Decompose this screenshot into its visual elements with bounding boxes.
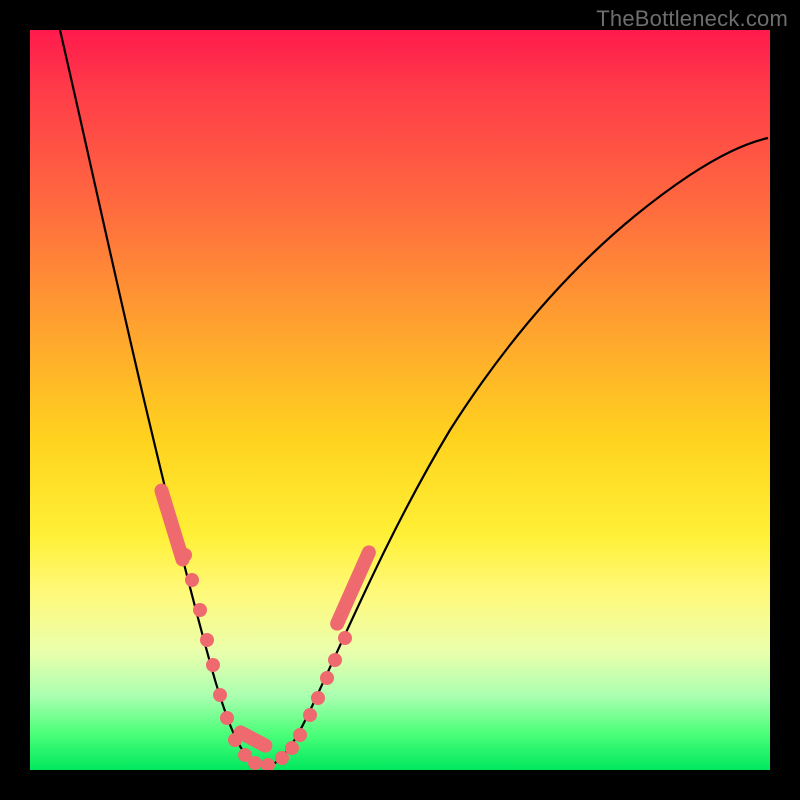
marker-pill-group [153,482,378,755]
chart-plot-area [30,30,770,770]
watermark-text: TheBottleneck.com [596,6,788,32]
bottleneck-chart [30,30,770,770]
bottleneck-curve-line [60,30,768,766]
marker-dot-group [178,548,352,770]
